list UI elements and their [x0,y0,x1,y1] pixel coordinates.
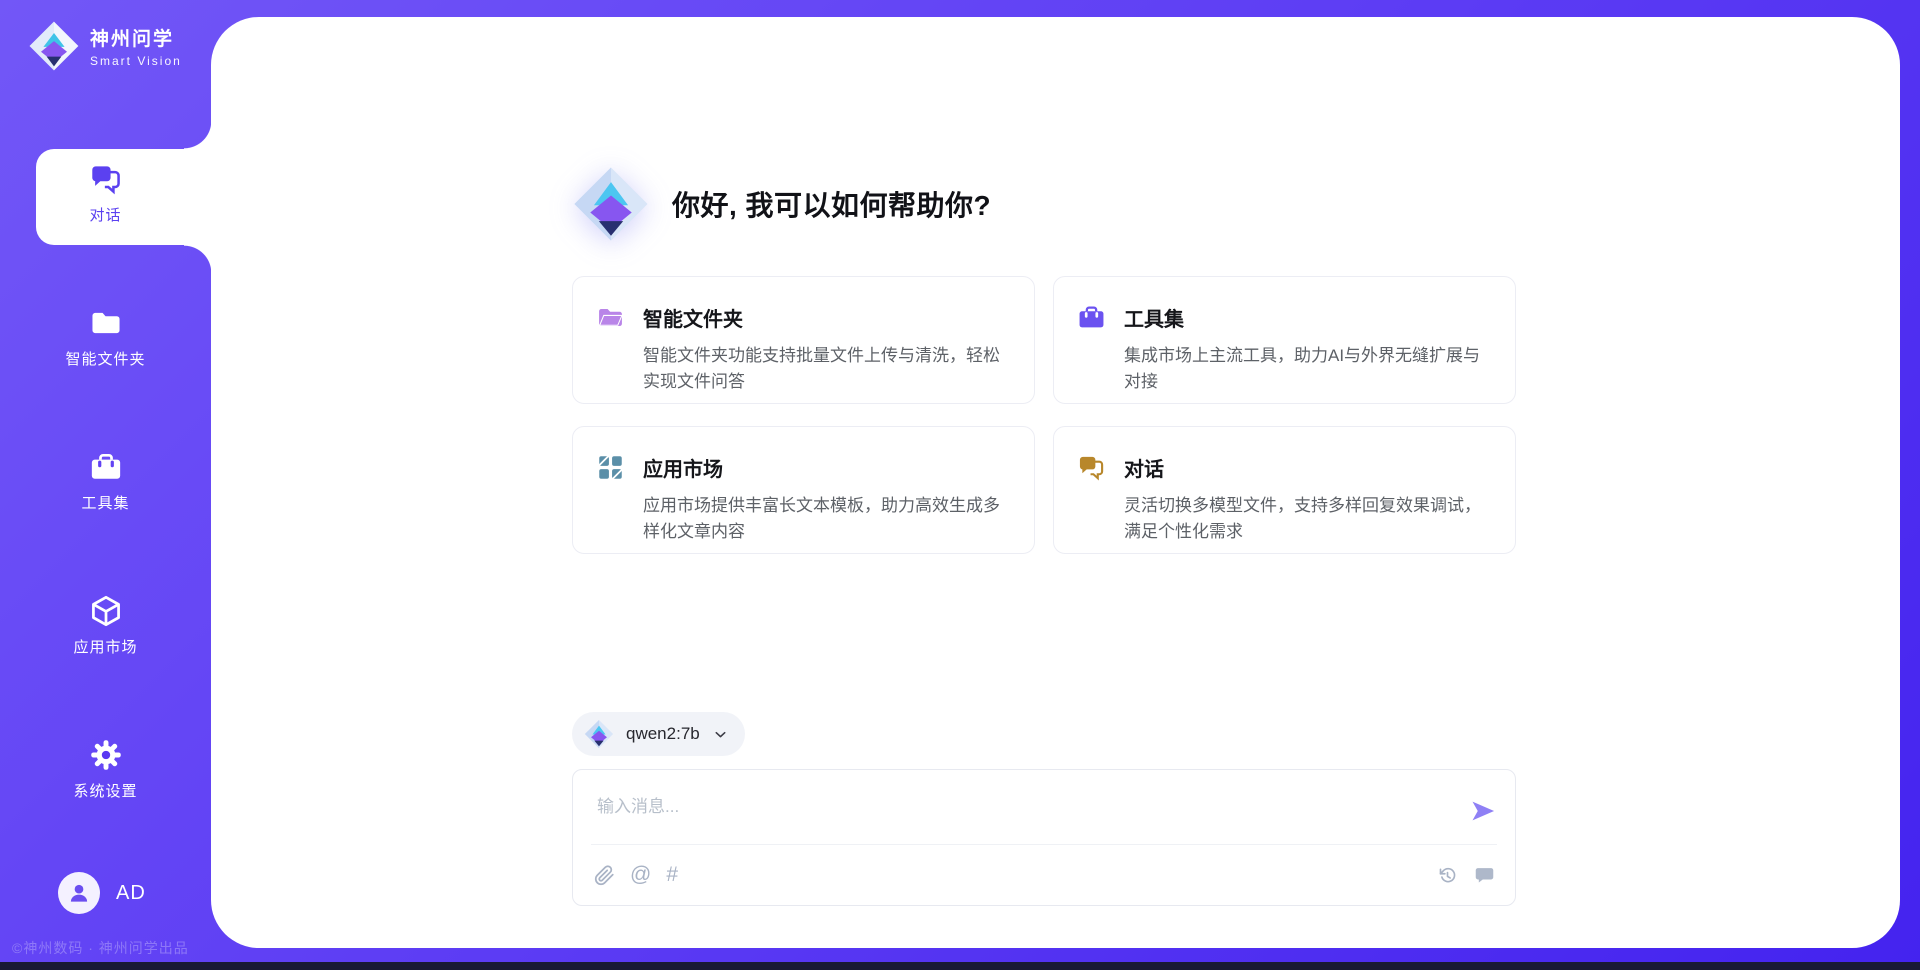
send-icon [1469,797,1497,825]
diamond-logo-icon [28,20,80,72]
brand-name: 神州问学 [90,24,182,51]
history-icon[interactable] [1436,864,1458,886]
card-title: 智能文件夹 [643,303,743,332]
greeting-text: 你好, 我可以如何帮助你? [672,184,991,224]
card-toolset[interactable]: 工具集 集成市场上主流工具，助力AI与外界无缝扩展与对接 [1053,276,1516,404]
active-tab-background [36,149,212,245]
card-title: 工具集 [1124,303,1184,332]
card-smart-folder[interactable]: 智能文件夹 智能文件夹功能支持批量文件上传与清洗，轻松实现文件问答 [572,276,1035,404]
sidebar-item-app-market[interactable]: 应用市场 [0,581,211,677]
chat-bubbles-icon [1078,454,1105,481]
card-description: 灵活切换多模型文件，支持多样回复效果调试，满足个性化需求 [1124,493,1491,545]
gear-icon [90,739,122,771]
sidebar-item-label: 工具集 [0,492,211,513]
avatar [58,872,100,914]
bottom-strip [0,962,1920,970]
app-window: 神州问学 Smart Vision 对话 智能文件夹 [0,0,1920,970]
content-column: 你好, 我可以如何帮助你? 智能文件夹 智能文件夹功能支持批量文件上传与清洗，轻… [572,17,1516,948]
sidebar-item-settings[interactable]: 系统设置 [0,725,211,821]
diamond-logo-icon [584,719,614,749]
user-initials: AD [116,882,146,905]
brand-logo: 神州问学 Smart Vision [28,20,182,72]
sidebar-item-smart-folder[interactable]: 智能文件夹 [0,293,211,389]
model-selector[interactable]: qwen2:7b [572,712,745,756]
paperclip-icon[interactable] [593,864,615,886]
card-chat[interactable]: 对话 灵活切换多模型文件，支持多样回复效果调试，满足个性化需求 [1053,426,1516,554]
brand-subtitle: Smart Vision [90,54,182,68]
greeting: 你好, 我可以如何帮助你? [572,165,991,243]
sidebar: 神州问学 Smart Vision 对话 智能文件夹 [0,0,211,970]
card-description: 智能文件夹功能支持批量文件上传与清洗，轻松实现文件问答 [643,343,1010,395]
send-button[interactable] [1469,797,1497,825]
card-title: 对话 [1124,453,1164,482]
chat-bubbles-icon [90,163,122,195]
feature-cards: 智能文件夹 智能文件夹功能支持批量文件上传与清洗，轻松实现文件问答 工具集 [572,276,1516,554]
sidebar-item-label: 对话 [0,204,211,225]
card-description: 集成市场上主流工具，助力AI与外界无缝扩展与对接 [1124,343,1491,395]
feedback-icon[interactable] [1473,864,1495,886]
at-icon[interactable]: @ [630,864,651,886]
chevron-down-icon [712,726,729,743]
sidebar-item-label: 应用市场 [0,636,211,657]
card-title: 应用市场 [643,453,723,482]
composer-toolbar: @ # [573,845,1515,905]
message-composer: @ # [572,769,1516,906]
hash-icon[interactable]: # [666,864,678,886]
toolbox-icon [1078,304,1105,331]
sidebar-item-toolset[interactable]: 工具集 [0,437,211,533]
apps-icon [597,454,624,481]
cube-icon [90,595,122,627]
folder-icon [597,304,624,331]
diamond-logo-icon [572,165,650,243]
folder-icon [90,307,122,339]
user-account[interactable]: AD [58,872,146,914]
toolbox-icon [90,451,122,483]
sidebar-item-label: 智能文件夹 [0,348,211,369]
model-name: qwen2:7b [626,724,700,744]
card-description: 应用市场提供丰富长文本模板，助力高效生成多样化文章内容 [643,493,1010,545]
sidebar-item-label: 系统设置 [0,780,211,801]
card-app-market[interactable]: 应用市场 应用市场提供丰富长文本模板，助力高效生成多样化文章内容 [572,426,1035,554]
main-panel: 你好, 我可以如何帮助你? 智能文件夹 智能文件夹功能支持批量文件上传与清洗，轻… [211,17,1900,948]
person-icon [66,880,92,906]
sidebar-item-chat[interactable]: 对话 [0,149,211,245]
copyright-footer: ©神州数码 · 神州问学出品 [12,938,189,958]
message-input[interactable] [573,770,1515,842]
